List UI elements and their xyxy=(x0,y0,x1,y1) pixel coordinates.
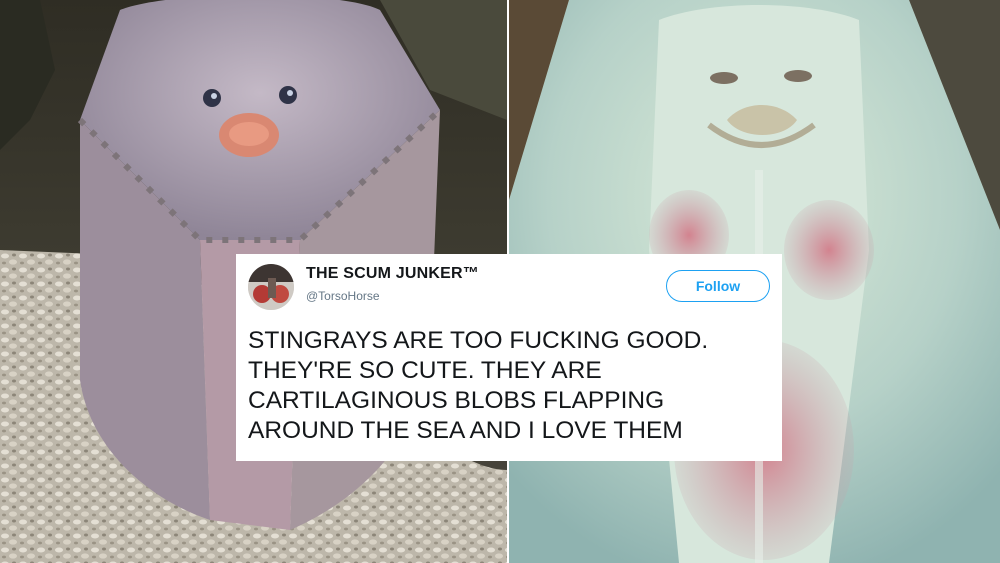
tweet-text-line: THEY'RE SO CUTE. THEY ARE xyxy=(248,357,602,384)
tweet-text: STINGRAYS ARE TOO FUCKING GOOD. THEY'RE … xyxy=(248,326,773,446)
follow-button[interactable]: Follow xyxy=(666,270,770,302)
display-name[interactable]: THE SCUM JUNKER™ xyxy=(306,265,479,283)
user-handle[interactable]: @TorsoHorse xyxy=(306,289,380,303)
avatar[interactable] xyxy=(248,264,294,310)
tweet-text-line: CARTILAGINOUS BLOBS FLAPPING xyxy=(248,387,665,414)
tweet-card: THE SCUM JUNKER™ @TorsoHorse Follow STIN… xyxy=(236,254,782,461)
avatar-image xyxy=(248,264,294,310)
tweet-text-line: STINGRAYS ARE TOO FUCKING GOOD. xyxy=(248,327,709,354)
tweet-text-line: AROUND THE SEA AND I LOVE THEM xyxy=(248,417,683,444)
